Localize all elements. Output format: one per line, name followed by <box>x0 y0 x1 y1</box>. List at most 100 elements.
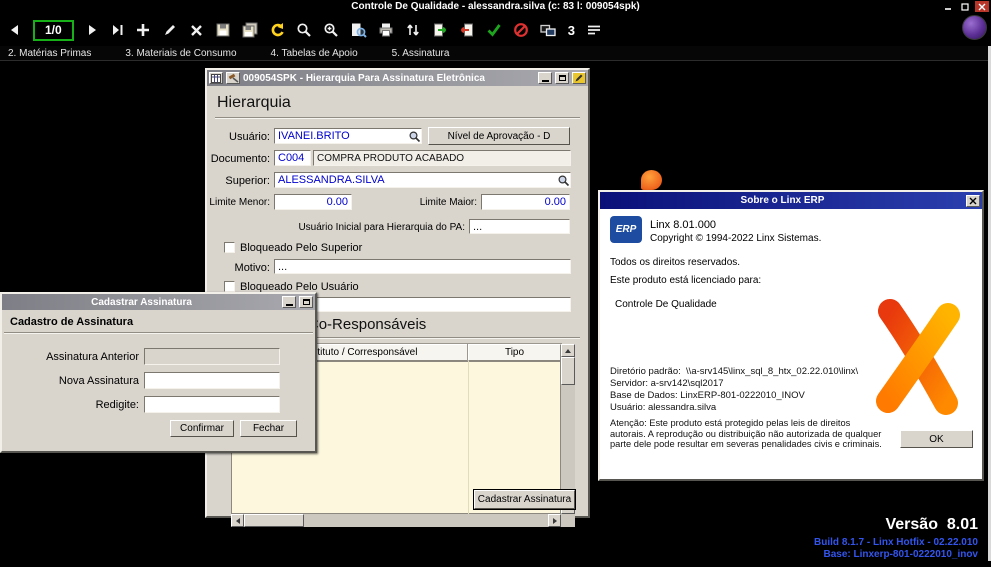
tab-materiais-consumo[interactable]: 3. Materiais de Consumo <box>125 48 236 59</box>
previous-arrow-icon <box>8 23 22 37</box>
tab-assinatura[interactable]: 5. Assinatura <box>392 48 450 59</box>
minimize-icon <box>944 3 952 11</box>
plus-icon <box>135 22 151 38</box>
hierarquia-titlebar[interactable]: 009054SPK - Hierarquia Para Assinatura E… <box>207 70 588 86</box>
export-forward-button[interactable] <box>432 22 448 38</box>
ok-button[interactable]: OK <box>900 430 973 448</box>
tab-materias-primas[interactable]: 2. Matérias Primas <box>8 48 91 59</box>
dialog-close-button[interactable] <box>966 195 980 207</box>
usuario-field[interactable]: IVANEI.BRITO <box>274 128 422 144</box>
last-arrow-icon <box>110 23 124 37</box>
close-icon <box>969 197 977 205</box>
menu-button[interactable] <box>586 22 602 38</box>
assinatura-anterior-field <box>144 348 280 365</box>
linx-logo-fragment-icon <box>641 170 662 190</box>
confirmar-button[interactable]: Confirmar <box>170 420 234 437</box>
usuario-inicial-label: Usuário Inicial para Hierarquia do PA: <box>257 222 465 233</box>
limite-menor-field[interactable]: 0.00 <box>274 194 352 210</box>
dialog-minimize-button[interactable] <box>538 72 552 84</box>
delete-record-button[interactable] <box>189 23 204 38</box>
undo-button[interactable] <box>269 22 285 38</box>
maximize-icon <box>303 299 310 305</box>
linx-share-badge-icon[interactable] <box>962 15 987 40</box>
cadastrar-assinatura-dialog: Cadastrar Assinatura Cadastro de Assinat… <box>0 292 317 453</box>
linx-x-logo-icon <box>872 297 964 419</box>
lookup-icon[interactable] <box>408 130 421 143</box>
next-record-button[interactable] <box>85 23 99 37</box>
bloqueado-superior-checkbox[interactable] <box>224 242 235 253</box>
scrollbar-corner <box>561 514 575 527</box>
right-arrow-icon <box>553 518 557 524</box>
maximize-button[interactable] <box>958 1 972 12</box>
cancel-button[interactable] <box>513 22 529 38</box>
minimize-icon <box>286 304 293 306</box>
usuario-inicial-value: ... <box>473 221 482 233</box>
up-arrow-icon <box>565 349 571 353</box>
fechar-button[interactable]: Fechar <box>240 420 297 437</box>
scroll-right-button[interactable] <box>548 514 561 527</box>
horizontal-scrollbar[interactable] <box>231 514 561 527</box>
undo-arrow-icon <box>269 22 285 38</box>
limite-maior-value: 0.00 <box>545 196 566 208</box>
nova-assinatura-field[interactable] <box>144 372 280 389</box>
redigite-field[interactable] <box>144 396 280 413</box>
remote-screens-button[interactable] <box>540 23 557 38</box>
minimize-icon <box>542 80 549 82</box>
tab-tabelas-apoio[interactable]: 4. Tabelas de Apoio <box>271 48 358 59</box>
close-button[interactable] <box>975 1 989 12</box>
vertical-scrollbar[interactable] <box>561 344 575 514</box>
produto-version: Linx 8.01.000 <box>650 219 716 231</box>
lookup-icon[interactable] <box>557 174 570 187</box>
main-toolbar: 1/0 <box>0 14 991 46</box>
zoom-button[interactable] <box>323 22 339 38</box>
edit-record-button[interactable] <box>162 22 178 38</box>
scroll-up-button[interactable] <box>561 344 575 357</box>
maximize-icon <box>961 3 969 11</box>
save-all-button[interactable] <box>242 22 258 38</box>
gavel-icon-button[interactable] <box>226 72 240 84</box>
diretorio-line: Diretório padrão: \\a-srv145\linx_sql_8_… <box>610 366 858 377</box>
nova-assinatura-label: Nova Assinatura <box>2 375 139 387</box>
bloqueado-usuario-checkbox[interactable] <box>224 281 235 292</box>
edit-pencil-button[interactable] <box>572 72 586 84</box>
search-button[interactable] <box>296 22 312 38</box>
print-button[interactable] <box>378 22 394 38</box>
nivel-aprovacao-button[interactable]: Nível de Aprovação - D <box>428 127 570 145</box>
confirm-button[interactable] <box>486 22 502 38</box>
sobre-titlebar[interactable]: Sobre o Linx ERP <box>600 192 982 209</box>
erp-logo-text: ERP <box>616 224 637 235</box>
motivo-label: Motivo: <box>207 262 270 274</box>
servidor-line: Servidor: a-srv142\sql2017 <box>610 378 724 389</box>
minimize-button[interactable] <box>941 1 955 12</box>
hierarquia-heading: Hierarquia <box>217 94 291 112</box>
dialog-minimize-button[interactable] <box>282 296 296 308</box>
dialog-maximize-button[interactable] <box>299 296 313 308</box>
save-button[interactable] <box>215 22 231 38</box>
cadastrar-titlebar[interactable]: Cadastrar Assinatura <box>2 294 315 310</box>
last-record-button[interactable] <box>110 23 124 37</box>
licenciado-para: Controle De Qualidade <box>615 299 717 310</box>
print-preview-button[interactable] <box>350 22 367 38</box>
horizontal-scroll-thumb[interactable] <box>244 514 304 527</box>
previous-record-button[interactable] <box>8 23 22 37</box>
cadastrar-assinatura-button[interactable]: Cadastrar Assinatura <box>474 490 575 509</box>
maximize-icon <box>559 75 566 81</box>
table-icon <box>211 74 221 83</box>
copyright-warning: Atenção: Este produto está protegido pel… <box>610 418 884 450</box>
limite-maior-field[interactable]: 0.00 <box>481 194 570 210</box>
superior-field[interactable]: ALESSANDRA.SILVA <box>274 172 571 188</box>
table-icon-button[interactable] <box>209 72 223 84</box>
vertical-scroll-thumb[interactable] <box>561 357 575 385</box>
sort-button[interactable] <box>405 22 421 38</box>
export-back-button[interactable] <box>459 22 475 38</box>
usuario-inicial-field[interactable]: ... <box>469 219 570 234</box>
record-counter-value: 1/0 <box>45 23 62 37</box>
add-record-button[interactable] <box>135 22 151 38</box>
usuario-label: Usuário: <box>207 131 270 143</box>
motivo-field[interactable]: ... <box>274 259 571 274</box>
documento-codigo-field[interactable]: C004 <box>274 150 311 166</box>
motivo-usuario-field[interactable] <box>274 297 571 312</box>
scroll-left-button[interactable] <box>231 514 244 527</box>
dialog-maximize-button[interactable] <box>555 72 569 84</box>
col-tipo-header[interactable]: Tipo <box>468 344 561 361</box>
